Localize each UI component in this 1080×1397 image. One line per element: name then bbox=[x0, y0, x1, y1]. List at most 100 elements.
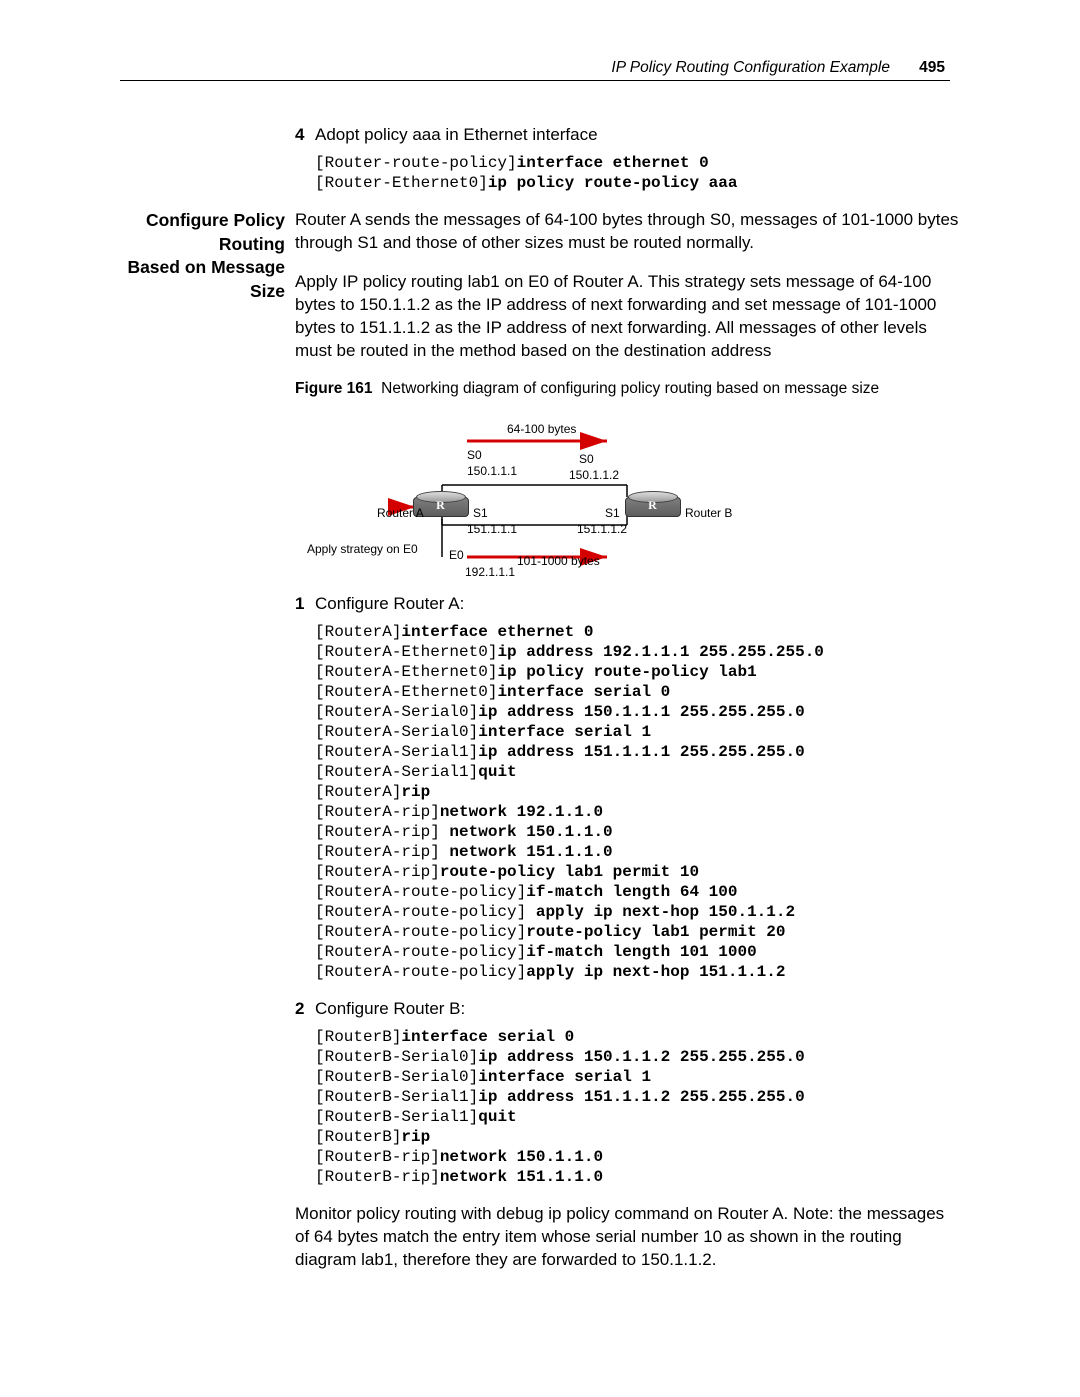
code-line: [RouterB-rip] bbox=[315, 1148, 440, 1166]
code-cmd: interface ethernet 0 bbox=[401, 623, 593, 641]
code-cmd: route-policy lab1 permit 20 bbox=[526, 923, 785, 941]
code-cmd: if-match length 101 1000 bbox=[526, 943, 756, 961]
code-line: [RouterA-Serial1] bbox=[315, 743, 478, 761]
proc-step-2-text: Configure Router B: bbox=[315, 998, 960, 1021]
code-line: [RouterB] bbox=[315, 1128, 401, 1146]
diagram-s0-left: S0 bbox=[467, 447, 482, 463]
code-cmd: interface serial 1 bbox=[478, 723, 651, 741]
page: IP Policy Routing Configuration Example … bbox=[0, 0, 1080, 1397]
code-cmd: apply ip next-hop 150.1.1.2 bbox=[536, 903, 795, 921]
running-header: IP Policy Routing Configuration Example … bbox=[0, 58, 1080, 90]
code-line: [RouterA-Serial0] bbox=[315, 723, 478, 741]
diagram-e0-ip: 192.1.1.1 bbox=[465, 564, 515, 580]
proc-step-1: 1 Configure Router A: bbox=[295, 593, 960, 616]
diagram-s0-right-ip: 150.1.1.2 bbox=[569, 467, 619, 483]
diagram-s1-left-ip: 151.1.1.1 bbox=[467, 521, 517, 537]
proc-step-2: 2 Configure Router B: bbox=[295, 998, 960, 1021]
code-line: [RouterA-rip] bbox=[315, 803, 440, 821]
diagram-apply-note: Apply strategy on E0 bbox=[307, 541, 418, 557]
figure-label: Figure 161 bbox=[295, 380, 373, 397]
diagram-s0-left-ip: 150.1.1.1 bbox=[467, 463, 517, 479]
figure-caption-text: Networking diagram of configuring policy… bbox=[381, 380, 879, 397]
side-heading: Configure Policy Routing Based on Messag… bbox=[95, 209, 285, 304]
side-col-1 bbox=[0, 120, 285, 209]
code-cmd: interface serial 0 bbox=[497, 683, 670, 701]
proc-step-4-text: Adopt policy aaa in Ethernet interface bbox=[315, 124, 960, 147]
code-line: [RouterA] bbox=[315, 783, 401, 801]
code-line: [RouterB-Serial1] bbox=[315, 1088, 478, 1106]
code-line: [RouterA-rip] bbox=[315, 843, 449, 861]
code-line: [RouterA-route-policy] bbox=[315, 923, 526, 941]
diagram-router-a-name: Router A bbox=[377, 505, 424, 521]
code-line: [Router-Ethernet0] bbox=[315, 174, 488, 192]
network-diagram: R R 64-100 bytes S0 150.1.1.1 S0 150.1.1… bbox=[307, 409, 727, 579]
diagram-64-100-label: 64-100 bytes bbox=[507, 421, 576, 437]
header-page: 495 bbox=[919, 58, 945, 79]
diagram-s1-right-ip: 151.1.1.2 bbox=[577, 521, 627, 537]
proc-step-1-number: 1 bbox=[295, 593, 315, 616]
code-line: [RouterA-Serial1] bbox=[315, 763, 478, 781]
code-line: [RouterA-route-policy] bbox=[315, 943, 526, 961]
code-cmd: ip address 151.1.1.1 255.255.255.0 bbox=[478, 743, 804, 761]
code-cmd: network 192.1.1.0 bbox=[440, 803, 603, 821]
diagram-s0-right: S0 bbox=[579, 451, 594, 467]
code-line: [RouterA-Ethernet0] bbox=[315, 643, 497, 661]
header-rule bbox=[120, 80, 950, 81]
proc-step-1-text: Configure Router A: bbox=[315, 593, 960, 616]
code-line: [RouterA-Ethernet0] bbox=[315, 683, 497, 701]
code-cmd: interface serial 1 bbox=[478, 1068, 651, 1086]
diagram-s1-right: S1 bbox=[605, 505, 620, 521]
code-line: [RouterB] bbox=[315, 1028, 401, 1046]
code-cmd: ip address 192.1.1.1 255.255.255.0 bbox=[497, 643, 823, 661]
code-cmd: network 151.1.1.0 bbox=[440, 1168, 603, 1186]
code-cmd: ip address 151.1.1.2 255.255.255.0 bbox=[478, 1088, 804, 1106]
code-line: [RouterA-Ethernet0] bbox=[315, 663, 497, 681]
code-block-step4: [Router-route-policy]interface ethernet … bbox=[315, 153, 960, 193]
code-cmd: rip bbox=[401, 1128, 430, 1146]
code-line: [RouterA-route-policy] bbox=[315, 903, 536, 921]
code-line: [RouterA] bbox=[315, 623, 401, 641]
code-line: [RouterA-Serial0] bbox=[315, 703, 478, 721]
body-row-2: Configure Policy Routing Based on Messag… bbox=[0, 209, 1080, 1288]
diagram-e0: E0 bbox=[449, 547, 464, 563]
code-cmd: network 150.1.1.0 bbox=[449, 823, 612, 841]
code-line: [Router-route-policy] bbox=[315, 154, 517, 172]
main-col-1: 4 Adopt policy aaa in Ethernet interface… bbox=[285, 120, 1080, 209]
code-line: [RouterA-rip] bbox=[315, 823, 449, 841]
diagram-101-1000-label: 101-1000 bytes bbox=[517, 553, 600, 569]
code-cmd: interface ethernet 0 bbox=[517, 154, 709, 172]
figure-caption: Figure 161 Networking diagram of configu… bbox=[295, 379, 960, 400]
closing-para: Monitor policy routing with debug ip pol… bbox=[295, 1203, 960, 1272]
code-cmd: ip policy route-policy lab1 bbox=[497, 663, 756, 681]
proc-step-4-number: 4 bbox=[295, 124, 315, 147]
header-title: IP Policy Routing Configuration Example bbox=[611, 58, 890, 79]
code-cmd: rip bbox=[401, 783, 430, 801]
code-cmd: interface serial 0 bbox=[401, 1028, 574, 1046]
code-line: [RouterB-Serial1] bbox=[315, 1108, 478, 1126]
code-cmd: quit bbox=[478, 763, 516, 781]
code-line: [RouterA-route-policy] bbox=[315, 963, 526, 981]
side-heading-l1: Configure Policy Routing bbox=[146, 210, 285, 254]
code-cmd: network 150.1.1.0 bbox=[440, 1148, 603, 1166]
code-cmd: ip address 150.1.1.2 255.255.255.0 bbox=[478, 1048, 804, 1066]
code-cmd: ip policy route-policy aaa bbox=[488, 174, 738, 192]
code-cmd: ip address 150.1.1.1 255.255.255.0 bbox=[478, 703, 804, 721]
code-line: [RouterA-route-policy] bbox=[315, 883, 526, 901]
main-col-2: Router A sends the messages of 64-100 by… bbox=[285, 209, 1080, 1288]
proc-step-2-number: 2 bbox=[295, 998, 315, 1021]
code-line: [RouterB-Serial0] bbox=[315, 1048, 478, 1066]
code-cmd: if-match length 64 100 bbox=[526, 883, 737, 901]
proc-step-4: 4 Adopt policy aaa in Ethernet interface bbox=[295, 124, 960, 147]
side-col-2: Configure Policy Routing Based on Messag… bbox=[0, 209, 285, 1288]
router-b-icon: R bbox=[625, 491, 681, 517]
intro-para-2: Apply IP policy routing lab1 on E0 of Ro… bbox=[295, 271, 960, 363]
code-cmd: quit bbox=[478, 1108, 516, 1126]
code-block-router-b: [RouterB]interface serial 0 [RouterB-Ser… bbox=[315, 1027, 960, 1187]
intro-para-1: Router A sends the messages of 64-100 by… bbox=[295, 209, 960, 255]
code-cmd: route-policy lab1 permit 10 bbox=[440, 863, 699, 881]
diagram-s1-left: S1 bbox=[473, 505, 488, 521]
diagram-router-b-name: Router B bbox=[685, 505, 732, 521]
side-heading-l2: Based on Message Size bbox=[127, 257, 285, 301]
code-cmd: network 151.1.1.0 bbox=[449, 843, 612, 861]
code-line: [RouterB-Serial0] bbox=[315, 1068, 478, 1086]
